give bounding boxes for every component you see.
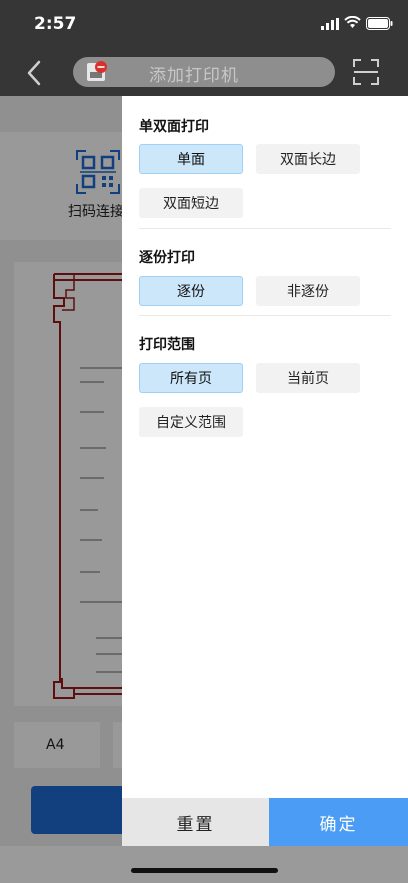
divider bbox=[139, 228, 391, 229]
option-collate[interactable]: 逐份 bbox=[139, 276, 243, 306]
bottom-safe-area bbox=[0, 846, 408, 883]
scan-icon[interactable] bbox=[353, 59, 379, 85]
section-title-duplex: 单双面打印 bbox=[139, 119, 209, 135]
wifi-icon bbox=[344, 16, 361, 28]
divider bbox=[139, 315, 391, 316]
option-current-page[interactable]: 当前页 bbox=[256, 363, 360, 393]
section-title-collate: 逐份打印 bbox=[139, 250, 195, 266]
printer-icon bbox=[87, 61, 107, 81]
option-all-pages[interactable]: 所有页 bbox=[139, 363, 243, 393]
signal-icon bbox=[321, 18, 339, 30]
battery-icon bbox=[366, 17, 393, 30]
reset-button[interactable]: 重置 bbox=[122, 798, 269, 846]
back-icon[interactable] bbox=[26, 60, 42, 86]
option-custom-range[interactable]: 自定义范围 bbox=[139, 407, 243, 437]
section-title-print-range: 打印范围 bbox=[139, 337, 195, 353]
option-no-collate[interactable]: 非逐份 bbox=[256, 276, 360, 306]
confirm-button[interactable]: 确定 bbox=[269, 798, 408, 846]
home-indicator[interactable] bbox=[131, 868, 278, 873]
option-duplex-long-edge[interactable]: 双面长边 bbox=[256, 144, 360, 174]
option-single-sided[interactable]: 单面 bbox=[139, 144, 243, 174]
search-placeholder: 添加打印机 bbox=[149, 66, 239, 86]
option-duplex-short-edge[interactable]: 双面短边 bbox=[139, 188, 243, 218]
status-time: 2:57 bbox=[34, 14, 77, 34]
